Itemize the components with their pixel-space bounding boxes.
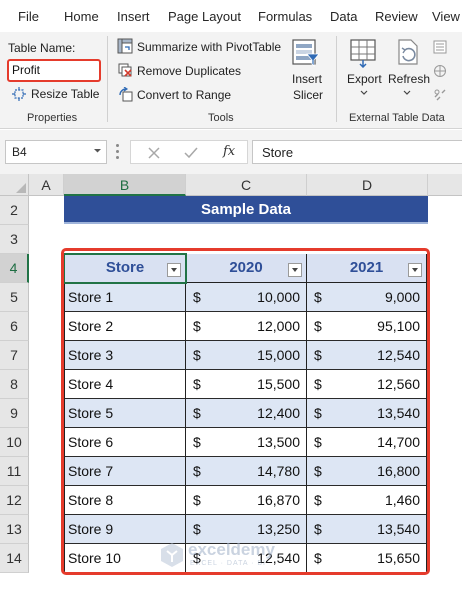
row-header[interactable]: 9 [0, 399, 29, 428]
column-header-b[interactable]: B [64, 174, 186, 196]
worksheet-grid[interactable]: A B C D 2 3 4 5 6 7 8 9 10 11 12 13 14 S… [0, 174, 462, 589]
menu-home[interactable]: Home [64, 9, 99, 24]
watermark-name: exceldemy [188, 540, 275, 559]
insert-slicer-label-line1[interactable]: Insert [292, 72, 322, 86]
row-header[interactable]: 4 [0, 254, 29, 283]
table-highlight-frame [61, 248, 430, 575]
row-header[interactable]: 11 [0, 457, 29, 486]
enter-check-icon[interactable] [184, 147, 198, 159]
formula-input[interactable]: Store [252, 140, 462, 164]
select-all-triangle-icon [16, 183, 26, 193]
row-header[interactable]: 2 [0, 196, 29, 225]
ribbon: Table Name: Profit Resize Table Properti… [0, 32, 462, 129]
row-header[interactable]: 8 [0, 370, 29, 399]
group-divider [336, 36, 337, 122]
export-icon[interactable] [349, 38, 379, 68]
chevron-down-icon[interactable] [93, 146, 102, 155]
properties-group-label: Properties [27, 112, 78, 124]
row-header[interactable]: 5 [0, 283, 29, 312]
group-divider [107, 36, 108, 122]
properties-icon[interactable] [433, 40, 447, 54]
insert-slicer-icon[interactable] [291, 38, 321, 68]
formula-bar: B4 fx Store [0, 130, 462, 174]
menu-view[interactable]: View [432, 9, 460, 24]
menu-data[interactable]: Data [330, 9, 357, 24]
refresh-button[interactable]: Refresh [388, 72, 430, 86]
remove-duplicates-icon [118, 63, 132, 77]
row-header[interactable]: 10 [0, 428, 29, 457]
row-header[interactable]: 12 [0, 486, 29, 515]
column-header-d[interactable]: D [307, 174, 428, 196]
unlink-icon[interactable] [433, 88, 447, 102]
chevron-down-icon[interactable] [403, 90, 411, 96]
convert-to-range-button[interactable]: Convert to Range [137, 88, 231, 102]
name-box[interactable]: B4 [5, 140, 107, 164]
menu-insert[interactable]: Insert [117, 9, 150, 24]
menu-page-layout[interactable]: Page Layout [168, 9, 241, 24]
menu-file[interactable]: File [18, 9, 39, 24]
watermark-tagline: EXCEL · DATA · BI [190, 560, 266, 567]
column-header-a[interactable]: A [29, 174, 64, 196]
pivot-table-icon [117, 38, 133, 54]
column-header-e[interactable] [428, 174, 462, 196]
refresh-icon[interactable] [393, 38, 423, 68]
table-name-value: Profit [12, 63, 41, 77]
row-header[interactable]: 13 [0, 515, 29, 544]
row-header[interactable]: 7 [0, 341, 29, 370]
export-button[interactable]: Export [347, 72, 382, 86]
menu-formulas[interactable]: Formulas [258, 9, 312, 24]
sheet-title-cell[interactable]: Sample Data [64, 196, 428, 224]
tools-group-label: Tools [208, 112, 234, 124]
insert-slicer-label-line2[interactable]: Slicer [293, 88, 323, 102]
formula-buttons: fx [130, 140, 248, 164]
open-in-browser-icon[interactable] [433, 64, 447, 78]
formula-bar-resize-handle[interactable] [116, 144, 120, 159]
row-header[interactable]: 3 [0, 225, 29, 254]
chevron-down-icon[interactable] [360, 90, 368, 96]
select-all-corner[interactable] [0, 174, 29, 196]
row-header[interactable]: 6 [0, 312, 29, 341]
resize-table-button[interactable]: Resize Table [31, 87, 99, 101]
row-header[interactable]: 14 [0, 544, 29, 573]
table-name-label: Table Name: [8, 41, 76, 55]
exceldemy-logo-icon [161, 543, 183, 567]
remove-duplicates-button[interactable]: Remove Duplicates [137, 64, 241, 78]
table-name-input[interactable]: Profit [7, 59, 101, 82]
menu-review[interactable]: Review [375, 9, 418, 24]
summarize-pivot-button[interactable]: Summarize with PivotTable [137, 40, 281, 54]
name-box-value: B4 [12, 145, 27, 159]
insert-function-icon[interactable]: fx [223, 144, 235, 159]
watermark: exceldemy EXCEL · DATA · BI [158, 538, 308, 574]
formula-content: Store [262, 145, 294, 160]
external-table-data-group-label: External Table Data [349, 112, 445, 124]
resize-table-icon [12, 87, 26, 101]
column-header-c[interactable]: C [186, 174, 307, 196]
menu-bar: File Home Insert Page Layout Formulas Da… [0, 0, 462, 32]
convert-to-range-icon [119, 87, 133, 102]
cancel-icon[interactable] [148, 147, 160, 159]
